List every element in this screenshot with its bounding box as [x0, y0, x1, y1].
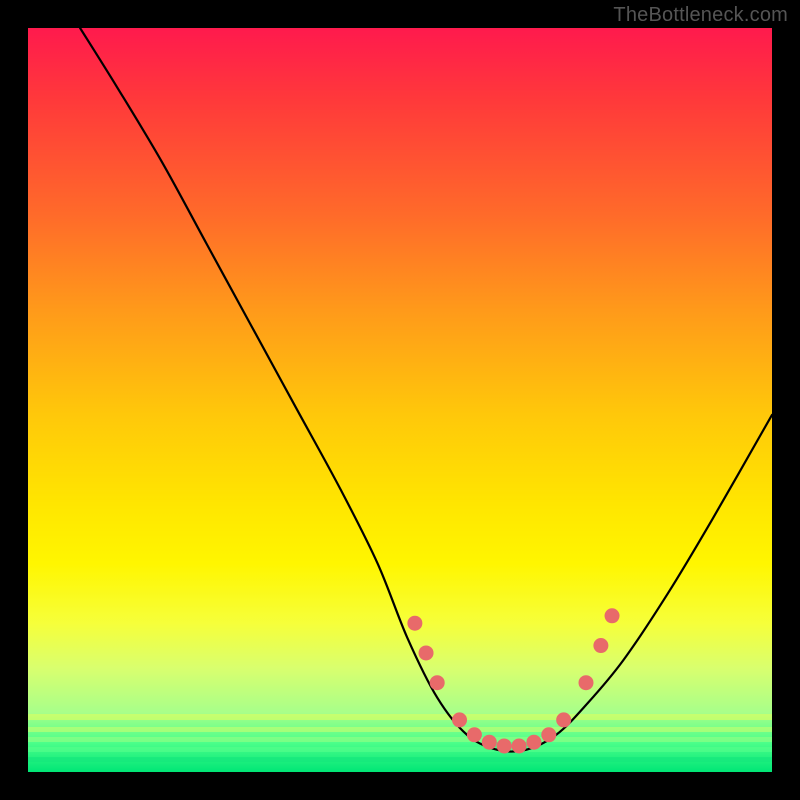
- highlight-point: [407, 616, 422, 631]
- highlight-point: [419, 645, 434, 660]
- highlight-point: [605, 608, 620, 623]
- highlight-point: [579, 675, 594, 690]
- highlight-point: [593, 638, 608, 653]
- highlight-point: [430, 675, 445, 690]
- highlight-point: [482, 735, 497, 750]
- highlight-point: [541, 727, 556, 742]
- highlight-point: [497, 738, 512, 753]
- highlight-point: [452, 712, 467, 727]
- bottleneck-curve: [80, 28, 772, 752]
- curve-layer: [28, 28, 772, 772]
- highlight-point: [526, 735, 541, 750]
- highlight-points: [407, 608, 619, 753]
- highlight-point: [556, 712, 571, 727]
- watermark-text: TheBottleneck.com: [613, 4, 788, 27]
- plot-area: [28, 28, 772, 772]
- chart-frame: TheBottleneck.com: [0, 0, 800, 800]
- highlight-point: [467, 727, 482, 742]
- highlight-point: [512, 738, 527, 753]
